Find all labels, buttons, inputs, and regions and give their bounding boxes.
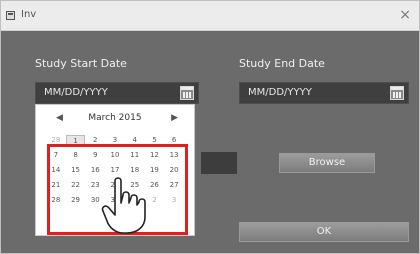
app-icon: [6, 11, 15, 20]
close-icon[interactable]: ×: [399, 7, 411, 23]
file-path-field[interactable]: [201, 152, 237, 174]
calendar-day[interactable]: 9: [85, 150, 105, 161]
chevron-right-icon[interactable]: ▶: [171, 113, 178, 123]
calendar-day[interactable]: 3: [164, 195, 184, 206]
start-date-value: MM/DD/YYYY: [44, 87, 108, 98]
calendar-day[interactable]: 21: [46, 180, 66, 191]
calendar-day[interactable]: 14: [46, 165, 66, 176]
calendar-day[interactable]: 11: [125, 150, 145, 161]
pointer-hand-icon: [101, 177, 146, 234]
calendar-day[interactable]: 2: [85, 135, 105, 146]
title-bar: Inv ×: [1, 1, 419, 31]
calendar-day[interactable]: 28: [46, 135, 66, 146]
calendar-day[interactable]: 2: [145, 195, 165, 206]
calendar-day[interactable]: 27: [164, 180, 184, 191]
calendar-day[interactable]: 8: [66, 150, 86, 161]
start-date-field[interactable]: MM/DD/YYYY: [35, 82, 199, 104]
calendar-icon[interactable]: [180, 86, 194, 100]
calendar-day[interactable]: 29: [66, 195, 86, 206]
calendar-day[interactable]: 5: [145, 135, 165, 146]
calendar-day[interactable]: 26: [145, 180, 165, 191]
calendar-day[interactable]: 10: [105, 150, 125, 161]
calendar-day[interactable]: 15: [66, 165, 86, 176]
end-date-value: MM/DD/YYYY: [248, 87, 312, 98]
window-title: Inv: [21, 9, 37, 20]
calendar-day[interactable]: 12: [145, 150, 165, 161]
start-date-label: Study Start Date: [35, 57, 127, 70]
calendar-day[interactable]: 20: [164, 165, 184, 176]
end-date-field[interactable]: MM/DD/YYYY: [239, 82, 409, 104]
dialog-window: Inv × Study Start Date MM/DD/YYYY Study …: [0, 0, 420, 254]
browse-button[interactable]: Browse: [279, 153, 375, 173]
calendar-day[interactable]: 28: [46, 195, 66, 206]
calendar-day[interactable]: 13: [164, 150, 184, 161]
calendar-day[interactable]: 3: [105, 135, 125, 146]
calendar-day[interactable]: 4: [125, 135, 145, 146]
calendar-day[interactable]: 22: [66, 180, 86, 191]
calendar-day[interactable]: 1: [65, 135, 86, 146]
calendar-day[interactable]: 6: [164, 135, 184, 146]
calendar-day[interactable]: 19: [145, 165, 165, 176]
ok-button[interactable]: OK: [239, 222, 409, 242]
calendar-icon[interactable]: [390, 86, 404, 100]
calendar-day[interactable]: 7: [46, 150, 66, 161]
calendar-header: ◀ March 2015 ▶: [36, 113, 194, 127]
end-date-label: Study End Date: [239, 57, 325, 70]
